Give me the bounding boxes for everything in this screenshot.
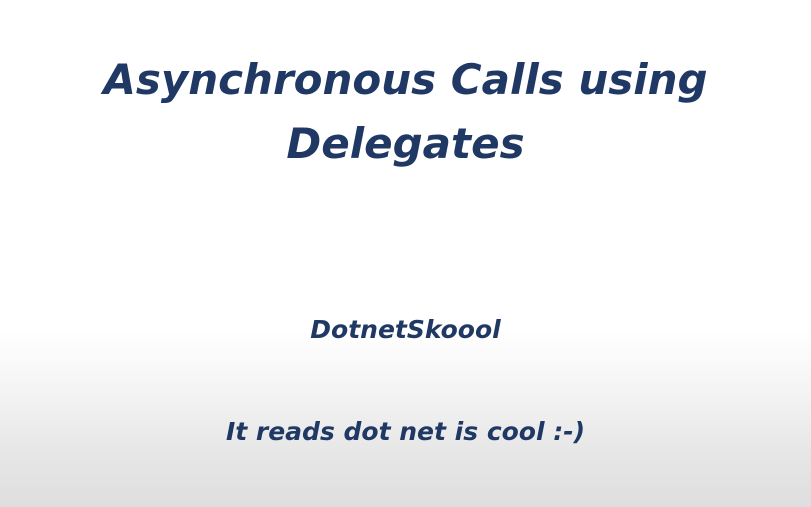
- slide-title-line-2: Delegates: [286, 119, 525, 168]
- slide-title: Asynchronous Calls using Delegates: [0, 48, 811, 176]
- slide-title-line-1: Asynchronous Calls using: [103, 55, 708, 104]
- slide-tagline: It reads dot net is cool :-): [225, 417, 586, 446]
- slide-author: DotnetSkoool: [310, 315, 501, 344]
- slide: Asynchronous Calls using Delegates Dotne…: [0, 0, 811, 507]
